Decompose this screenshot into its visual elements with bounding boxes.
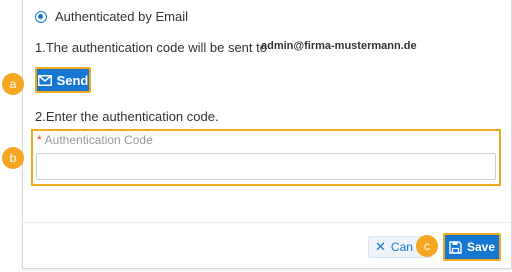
auth-code-label: * Authentication Code	[37, 133, 153, 147]
close-icon: ✕	[375, 239, 386, 254]
email-address: admin@firma-mustermann.de	[261, 40, 417, 52]
send-button[interactable]: Send	[35, 67, 91, 93]
required-asterisk: *	[37, 133, 42, 147]
save-button[interactable]: Save	[443, 233, 501, 261]
cancel-label: Can	[390, 240, 413, 254]
authentication-dialog: Authenticated by Email 1.The authenticat…	[22, 0, 512, 269]
auth-code-field-group: * Authentication Code	[31, 129, 501, 186]
save-label: Save	[466, 240, 496, 254]
step-marker-a: a	[2, 73, 24, 95]
auth-code-label-text: Authentication Code	[44, 133, 153, 147]
footer-divider	[23, 222, 511, 223]
instruction-step-1: 1.The authentication code will be sent t…	[35, 40, 267, 55]
envelope-icon	[37, 74, 52, 86]
radio-selected-icon[interactable]	[35, 10, 47, 23]
floppy-disk-icon	[449, 240, 462, 254]
auth-code-input[interactable]	[36, 153, 496, 180]
step-marker-b: b	[2, 147, 24, 169]
radio-label: Authenticated by Email	[55, 9, 188, 24]
send-label: Send	[56, 72, 89, 88]
step-marker-c: c	[416, 235, 438, 257]
radio-authenticated-by-email[interactable]: Authenticated by Email	[35, 9, 188, 24]
instruction-step-2: 2.Enter the authentication code.	[35, 109, 219, 124]
